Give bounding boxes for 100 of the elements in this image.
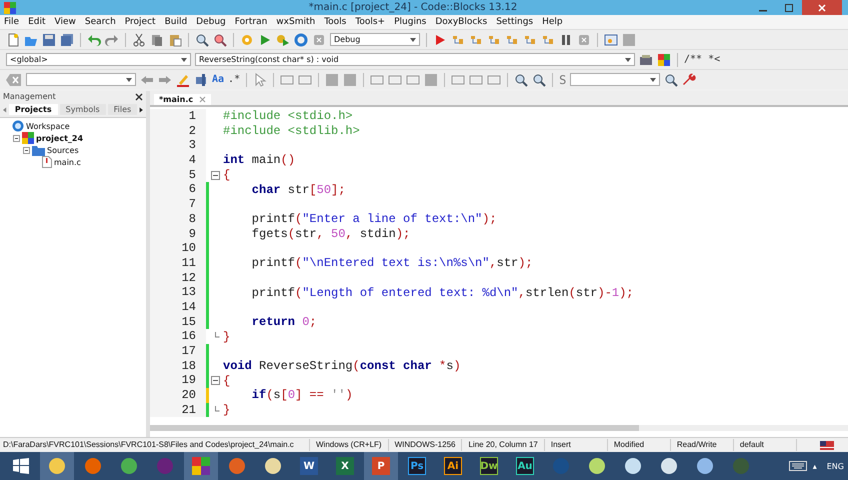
rect-icon[interactable] [469, 72, 484, 86]
zoom-icon[interactable] [514, 72, 528, 86]
close-button[interactable] [802, 0, 842, 15]
status-field: Line 20, Column 17 [462, 439, 545, 451]
tree-item[interactable]: main.c [54, 158, 81, 166]
panel-tab[interactable]: Projects [8, 104, 58, 115]
code-search-field[interactable] [570, 73, 660, 86]
collapse-toggle[interactable] [23, 146, 30, 154]
pointer-icon[interactable] [253, 72, 268, 86]
rect-icon[interactable] [388, 72, 402, 86]
menu-item[interactable]: Project [124, 17, 156, 27]
close-icon[interactable] [135, 92, 143, 100]
tree-item[interactable]: Sources [47, 146, 79, 154]
menu-item[interactable]: Plugins [394, 17, 426, 27]
code-line: void ReverseString(const char *s) [223, 359, 461, 374]
regex-button[interactable]: .* [228, 74, 240, 85]
menu-item[interactable]: wxSmith [276, 17, 316, 27]
function-dropdown[interactable]: ReverseString(const char* s) : void [195, 53, 635, 66]
save-all-icon[interactable] [60, 32, 74, 46]
menu-item[interactable]: Tools+ [355, 17, 386, 27]
app-icon [84, 457, 102, 475]
taskbar-button[interactable]: Dw [472, 452, 506, 480]
block-icon[interactable] [622, 32, 636, 46]
highlight-icon[interactable] [176, 72, 190, 86]
block-icon[interactable] [424, 72, 438, 86]
left-arrow-icon[interactable] [3, 106, 7, 114]
rect-icon[interactable] [370, 72, 384, 86]
build-run-icon[interactable] [276, 32, 290, 46]
panel-tab[interactable]: Files [108, 104, 138, 115]
zoom-icon[interactable] [532, 72, 546, 86]
horizontal-scrollbar[interactable] [150, 425, 848, 431]
build-target-dropdown[interactable]: Debug [330, 33, 420, 46]
blocks-icon [22, 132, 34, 144]
keyboard-icon[interactable] [788, 461, 807, 471]
pause-icon[interactable] [559, 32, 573, 46]
taskbar-button[interactable]: Ai [436, 452, 470, 480]
scope-dropdown[interactable]: <global> [6, 53, 191, 66]
menu-item[interactable]: Edit [28, 17, 46, 27]
editor-tab[interactable]: *main.c [154, 94, 212, 105]
window-icon[interactable] [604, 32, 618, 46]
rect-icon[interactable] [298, 72, 312, 86]
menu-item[interactable]: DoxyBlocks [435, 17, 488, 27]
menu-item[interactable]: Fortran [234, 17, 268, 27]
run-icon[interactable] [258, 32, 272, 46]
cut-icon[interactable] [132, 32, 146, 46]
status-field: Read/Write [670, 439, 734, 451]
taskbar-button[interactable]: P [364, 452, 398, 480]
wrench-icon[interactable] [682, 72, 696, 86]
fold-icon[interactable] [210, 170, 220, 180]
doc-comment-button[interactable]: /** *< [684, 54, 720, 65]
spell-check-button[interactable]: S [559, 72, 566, 86]
replace-icon[interactable] [213, 32, 227, 46]
redo-icon[interactable] [105, 32, 119, 46]
match-case-button[interactable]: Aa [212, 74, 224, 85]
taskbar-button[interactable]: W [292, 452, 326, 480]
find-icon[interactable] [195, 32, 209, 46]
search-field[interactable] [26, 73, 136, 86]
stop-icon[interactable] [312, 32, 326, 46]
find-icon[interactable] [664, 72, 678, 86]
menu-item[interactable]: Settings [496, 17, 534, 27]
taskbar-button[interactable]: Au [508, 452, 542, 480]
clear-icon[interactable] [6, 72, 22, 86]
tree-item[interactable]: project_24 [36, 134, 84, 142]
app-icon [696, 457, 714, 475]
right-arrow-icon[interactable] [139, 106, 143, 114]
tree-item[interactable]: Workspace [26, 122, 70, 130]
new-file-icon[interactable] [6, 32, 20, 46]
menu-item[interactable]: File [4, 17, 20, 27]
tray-arrow[interactable]: ▴ [812, 462, 817, 470]
rect-icon[interactable] [451, 72, 466, 86]
block-icon[interactable] [343, 72, 358, 86]
menu-item[interactable]: View [54, 17, 76, 27]
rect-icon[interactable] [280, 72, 294, 86]
debug-run-icon[interactable] [433, 32, 447, 46]
menu-item[interactable]: Search [84, 17, 116, 27]
menu-item[interactable]: Build [164, 17, 188, 27]
code-line: fgets(str, 50, stdin); [252, 226, 410, 241]
save-icon[interactable] [42, 32, 56, 46]
status-field: D:\FaraDars\FVRC101\Sessions\FVRC101-S8\Files and Codes\project_24\main.c [0, 439, 310, 451]
fold-icon[interactable] [210, 376, 220, 386]
line-number: 1 [150, 109, 206, 124]
taskbar-button[interactable]: Ps [400, 452, 434, 480]
collapse-toggle[interactable] [13, 134, 20, 142]
language-indicator[interactable]: ENG [826, 462, 844, 470]
menu-item[interactable]: Debug [196, 17, 226, 27]
undo-icon[interactable] [87, 32, 101, 46]
menu-item[interactable]: Tools [324, 17, 346, 27]
paste-icon[interactable] [168, 32, 182, 46]
menu-item[interactable]: Help [542, 17, 563, 27]
rebuild-icon[interactable] [294, 32, 308, 46]
block-icon[interactable] [325, 72, 340, 86]
rect-icon[interactable] [487, 72, 502, 86]
copy-icon[interactable] [150, 32, 164, 46]
taskbar-button[interactable]: X [328, 452, 362, 480]
line-number: 17 [150, 344, 206, 359]
taskbar-button[interactable] [184, 452, 218, 480]
status-field: Insert [544, 439, 608, 451]
rect-icon[interactable] [406, 72, 420, 86]
blocks-icon[interactable] [657, 52, 671, 66]
panel-tab[interactable]: Symbols [60, 104, 106, 115]
